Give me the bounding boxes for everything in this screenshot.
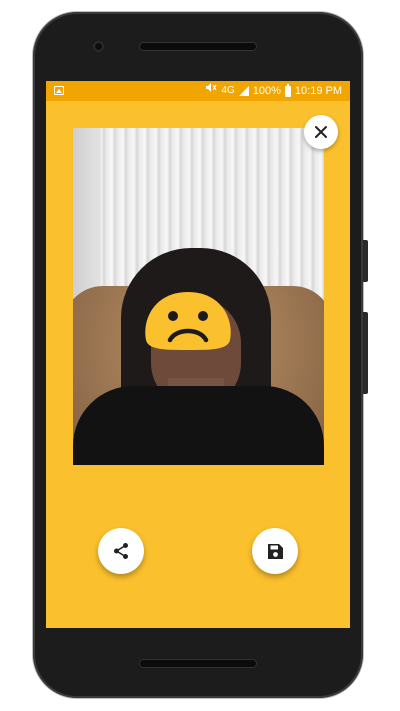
shirt — [73, 386, 324, 465]
save-button[interactable] — [252, 528, 298, 574]
volume-button — [363, 312, 368, 394]
stage: 4G 100% 10:19 PM — [0, 0, 400, 711]
status-bar: 4G 100% 10:19 PM — [46, 81, 350, 101]
mute-vibrate-icon — [205, 81, 217, 101]
earpiece-speaker — [139, 42, 257, 51]
photo-preview — [73, 128, 324, 465]
app-screen: 4G 100% 10:19 PM — [46, 81, 350, 628]
wall — [73, 128, 101, 308]
battery-icon — [284, 83, 291, 97]
save-icon — [267, 543, 283, 559]
front-camera — [93, 41, 104, 52]
signal-icon — [238, 86, 249, 96]
power-button — [363, 240, 368, 282]
lte-icon: 4G — [221, 85, 235, 96]
share-icon — [114, 543, 128, 559]
close-icon — [315, 126, 327, 138]
clock: 10:19 PM — [294, 85, 342, 97]
sad-face-emoji — [145, 292, 231, 350]
battery-percent: 100% — [252, 85, 281, 97]
image-notification-icon — [54, 86, 64, 95]
close-button[interactable] — [304, 115, 338, 149]
share-button[interactable] — [98, 528, 144, 574]
status-icons: 4G 100% 10:19 PM — [205, 81, 342, 101]
bottom-speaker — [139, 659, 257, 668]
